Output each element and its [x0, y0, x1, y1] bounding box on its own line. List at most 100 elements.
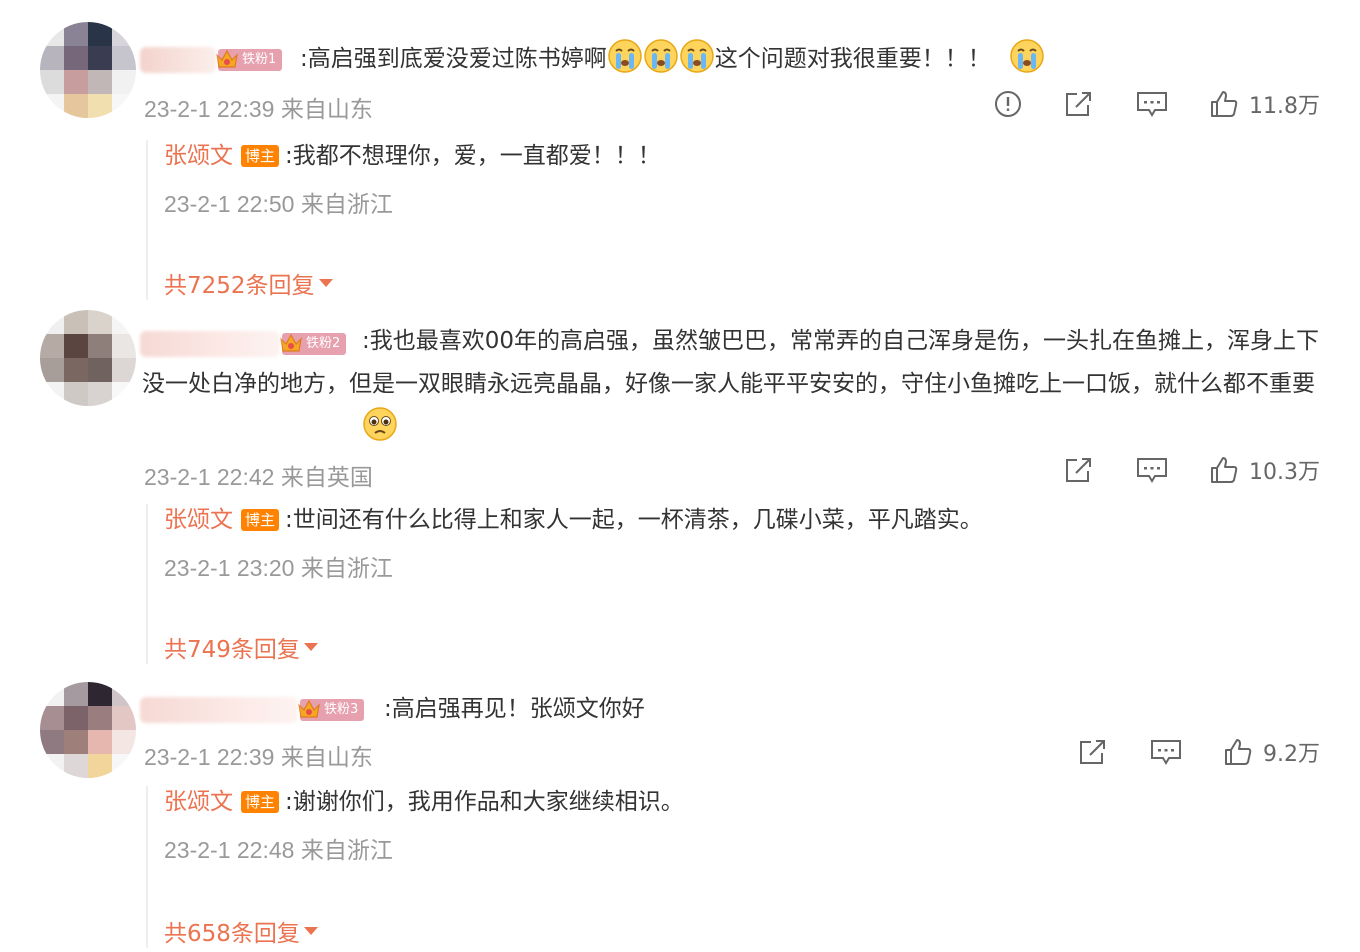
fan-badge[interactable]: 铁粉1 — [216, 49, 283, 71]
share-button[interactable] — [1077, 737, 1109, 767]
avatar-pixel — [88, 382, 112, 406]
avatar-pixel — [40, 358, 64, 382]
reply-item: 张颂文 博主 :我都不想理你，爱，一直都爱！！！ — [164, 140, 1246, 172]
reply-button[interactable] — [1135, 455, 1169, 485]
thumbs-up-icon — [1211, 457, 1238, 483]
reply-text: :谢谢你们，我用作品和大家继续相识。 — [285, 789, 684, 815]
reply-thread: 张颂文 博主 :我都不想理你，爱，一直都爱！！！ 23-2-1 22:50 来自… — [146, 140, 1246, 300]
avatar-pixel — [88, 334, 112, 358]
share-icon — [1066, 92, 1091, 116]
avatar-pixel — [64, 70, 88, 94]
avatar-pixel — [64, 358, 88, 382]
avatar-pixel — [112, 754, 136, 778]
avatar-pixel — [40, 754, 64, 778]
comment-time: 23-2-1 22:42 — [144, 464, 275, 490]
comment-text: :我也最喜欢00年的高启强，虽然皱巴巴，常常弄的自己浑身是伤，一头扎在鱼摊上，浑… — [142, 320, 1332, 449]
comment-location: 来自山东 — [280, 96, 373, 122]
comment-actions: 10.3万 — [1063, 454, 1320, 486]
comment-feed: 铁粉1 :高启强到底爱没爱过陈书婷啊 这个问题对我很重要！！！ 23-2-1 22… — [0, 0, 1360, 952]
reply-text: :我都不想理你，爱，一直都爱！！！ — [285, 143, 661, 169]
avatar-pixel — [112, 22, 136, 46]
avatar-pixel — [64, 94, 88, 118]
avatar-pixel — [112, 46, 136, 70]
reply-meta: 23-2-1 22:48 来自浙江 — [164, 831, 1246, 865]
more-replies-link[interactable]: 共7252条回复 — [164, 266, 333, 300]
avatar-pixel — [64, 46, 88, 70]
reply-thread: 张颂文 博主 :世间还有什么比得上和家人一起，一杯清茶，几碟小菜，平凡踏实。 2… — [146, 504, 1246, 664]
username-blurred[interactable] — [140, 47, 216, 73]
avatar-pixel — [40, 22, 64, 46]
avatar-pixel — [112, 70, 136, 94]
username-row: 铁粉3 — [140, 692, 365, 728]
avatar[interactable] — [40, 682, 136, 778]
avatar-pixel — [88, 706, 112, 730]
avatar-pixel — [88, 94, 112, 118]
more-replies-label: 共7252条回复 — [164, 273, 315, 299]
reply-author[interactable]: 张颂文 — [164, 786, 233, 818]
avatar-pixel — [40, 310, 64, 334]
avatar-pixel — [40, 94, 64, 118]
comment-text-part: :高启强到底爱没爱过陈书婷啊 — [300, 46, 607, 72]
crown-icon — [296, 697, 322, 723]
report-icon — [995, 91, 1021, 117]
comment-icon — [1137, 458, 1167, 483]
fan-badge[interactable]: 铁粉3 — [298, 699, 365, 721]
fan-badge-label: 铁粉3 — [324, 702, 359, 717]
avatar-pixel — [88, 754, 112, 778]
reply-time: 23-2-1 22:50 — [164, 191, 295, 217]
avatar[interactable] — [40, 22, 136, 118]
avatar-pixel — [64, 22, 88, 46]
avatar-pixel — [64, 682, 88, 706]
report-button[interactable] — [993, 89, 1023, 119]
like-button[interactable]: 11.8万 — [1209, 88, 1320, 120]
avatar-pixel — [40, 730, 64, 754]
comment-meta: 23-2-1 22:42 来自英国 — [144, 458, 373, 492]
avatar-pixel — [40, 46, 64, 70]
more-replies-label: 共749条回复 — [164, 637, 300, 663]
avatar-pixel — [112, 730, 136, 754]
comment-text-part: 这个问题对我很重要！！！ — [714, 46, 991, 72]
comment-text-part: :我也最喜欢00年的高启强，虽然皱巴巴，常常弄的自己浑身是伤，一头扎在鱼摊上，浑… — [142, 328, 1320, 397]
reply-location: 来自浙江 — [300, 555, 393, 581]
comment-icon — [1137, 92, 1167, 117]
share-button[interactable] — [1063, 89, 1095, 119]
avatar-pixel — [112, 706, 136, 730]
reply-text: :世间还有什么比得上和家人一起，一杯清茶，几碟小菜，平凡踏实。 — [285, 507, 983, 533]
more-replies-link[interactable]: 共658条回复 — [164, 914, 318, 948]
avatar-pixel — [88, 46, 112, 70]
avatar-pixel — [40, 682, 64, 706]
comment-time: 23-2-1 22:39 — [144, 744, 275, 770]
avatar-pixel — [64, 382, 88, 406]
avatar-pixel — [112, 682, 136, 706]
share-button[interactable] — [1063, 455, 1095, 485]
avatar-pixel — [40, 334, 64, 358]
reply-meta: 23-2-1 22:50 来自浙江 — [164, 185, 1246, 219]
like-button[interactable]: 9.2万 — [1223, 736, 1320, 768]
fan-badge-label: 铁粉1 — [242, 52, 277, 67]
reply-location: 来自浙江 — [300, 837, 393, 863]
avatar-pixel — [40, 70, 64, 94]
avatar-pixel — [112, 358, 136, 382]
caret-down-icon — [303, 643, 318, 651]
like-count: 9.2万 — [1263, 742, 1320, 767]
username-blurred[interactable] — [140, 697, 298, 723]
sad-emoji-icon — [142, 406, 397, 442]
avatar-pixel — [88, 70, 112, 94]
reply-button[interactable] — [1149, 737, 1183, 767]
avatar-pixel — [64, 310, 88, 334]
reply-button[interactable] — [1135, 89, 1169, 119]
comment-meta: 23-2-1 22:39 来自山东 — [144, 738, 373, 772]
reply-author[interactable]: 张颂文 — [164, 504, 233, 536]
comment-actions: 11.8万 — [993, 88, 1320, 120]
avatar[interactable] — [40, 310, 136, 406]
reply-author[interactable]: 张颂文 — [164, 140, 233, 172]
reply-item: 张颂文 博主 :世间还有什么比得上和家人一起，一杯清茶，几碟小菜，平凡踏实。 — [164, 504, 1246, 536]
avatar-pixel — [88, 310, 112, 334]
avatar-pixel — [64, 706, 88, 730]
like-button[interactable]: 10.3万 — [1209, 454, 1320, 486]
caret-down-icon — [318, 279, 333, 287]
like-count: 10.3万 — [1249, 460, 1320, 485]
more-replies-link[interactable]: 共749条回复 — [164, 630, 318, 664]
blogger-badge: 博主 — [241, 145, 280, 167]
thumbs-up-icon — [1211, 91, 1238, 117]
